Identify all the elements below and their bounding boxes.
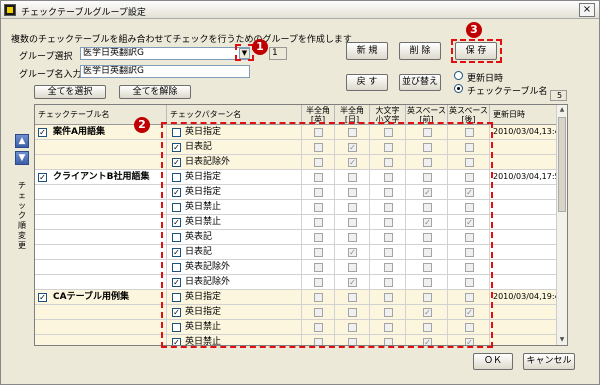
badge-three: 3: [466, 22, 482, 38]
table-name-cell: [35, 275, 167, 290]
scroll-up-icon[interactable]: ▲: [557, 105, 567, 115]
clear-all-button[interactable]: 全てを解除: [119, 85, 191, 99]
sort-by-name-radio[interactable]: [454, 84, 463, 93]
close-button[interactable]: ×: [579, 3, 595, 17]
highlight-patterns: [161, 122, 493, 348]
move-up-button[interactable]: ▲: [15, 134, 29, 148]
sort-button[interactable]: 並び替え: [399, 74, 441, 91]
updated-cell: [490, 335, 558, 345]
table-name-cell: ✓ クライアントB社用語集: [35, 170, 167, 185]
updated-cell: [490, 155, 558, 170]
group-name-label: グループ名入力: [19, 70, 82, 80]
window-title: チェックテーブルグループ設定: [21, 8, 146, 18]
table-name-cell: [35, 305, 167, 320]
dialog-window: チェックテーブルグループ設定 × 複数のチェックテーブルを組み合わせてチェックを…: [0, 0, 600, 385]
table-name-cell: ✓ CAテーブル用例集: [35, 290, 167, 305]
sort-by-date-radio[interactable]: [454, 71, 463, 80]
group-name-input[interactable]: 医学日英翻訳G: [80, 65, 250, 78]
table-name: クライアントB社用語集: [53, 172, 150, 182]
vertical-scrollbar[interactable]: ▲ ▼: [556, 105, 567, 345]
sort-by-date-label: 更新日時: [467, 74, 504, 84]
scroll-thumb[interactable]: [558, 117, 566, 212]
table-name-cell: [35, 185, 167, 200]
table-name: 案件A用語集: [53, 127, 105, 137]
updated-cell: [490, 305, 558, 320]
move-down-button[interactable]: ▼: [15, 151, 29, 165]
ok-button[interactable]: ＯＫ: [473, 353, 513, 370]
updated-cell: [490, 200, 558, 215]
group-select-label: グループ選択: [19, 52, 73, 62]
table-name-cell: [35, 260, 167, 275]
updated-cell: [490, 275, 558, 290]
reorder-label: チェック順変更: [18, 181, 26, 250]
table-name-cell: [35, 200, 167, 215]
updated-cell: [490, 320, 558, 335]
group-select-value: 医学日英翻訳G: [83, 48, 144, 58]
title-bar: チェックテーブルグループ設定 ×: [1, 1, 599, 19]
badge-one: 1: [252, 39, 268, 55]
updated-cell: [490, 245, 558, 260]
total-count: 5: [550, 90, 567, 101]
new-button[interactable]: 新 規: [346, 42, 388, 60]
badge-two: 2: [134, 117, 150, 133]
table-name-cell: [35, 335, 167, 345]
app-icon: [4, 4, 16, 16]
updated-cell: 2010/03/04,19:48: [490, 290, 558, 305]
scroll-down-icon[interactable]: ▼: [557, 335, 567, 345]
updated-cell: [490, 140, 558, 155]
table-name-cell: [35, 230, 167, 245]
updated-cell: 2010/03/04,13:48: [490, 125, 558, 140]
updated-cell: [490, 230, 558, 245]
table-checkbox[interactable]: ✓: [38, 128, 47, 137]
group-count: 1: [269, 47, 287, 60]
cancel-button[interactable]: キャンセル: [523, 353, 575, 370]
table-checkbox[interactable]: ✓: [38, 173, 47, 182]
table-name-cell: [35, 140, 167, 155]
updated-cell: [490, 185, 558, 200]
updated-cell: [490, 260, 558, 275]
updated-cell: [490, 215, 558, 230]
sort-by-name-label: チェックテーブル名: [467, 87, 548, 97]
col-updated: 更新日時: [490, 105, 558, 125]
table-name-cell: [35, 245, 167, 260]
radio-dot: [457, 87, 460, 90]
delete-button[interactable]: 削 除: [399, 42, 441, 60]
revert-button[interactable]: 戻 す: [346, 74, 388, 91]
updated-cell: 2010/03/04,17:59: [490, 170, 558, 185]
table-name-cell: [35, 215, 167, 230]
table-name: CAテーブル用例集: [53, 292, 130, 302]
table-checkbox[interactable]: ✓: [38, 293, 47, 302]
table-name-cell: [35, 155, 167, 170]
select-all-button[interactable]: 全てを選択: [34, 85, 106, 99]
highlight-save: [451, 39, 502, 63]
group-select-dropdown[interactable]: 医学日英翻訳G: [80, 47, 250, 60]
table-name-cell: [35, 320, 167, 335]
description-text: 複数のチェックテーブルを組み合わせてチェックを行うためのグループを作成します: [11, 35, 352, 45]
